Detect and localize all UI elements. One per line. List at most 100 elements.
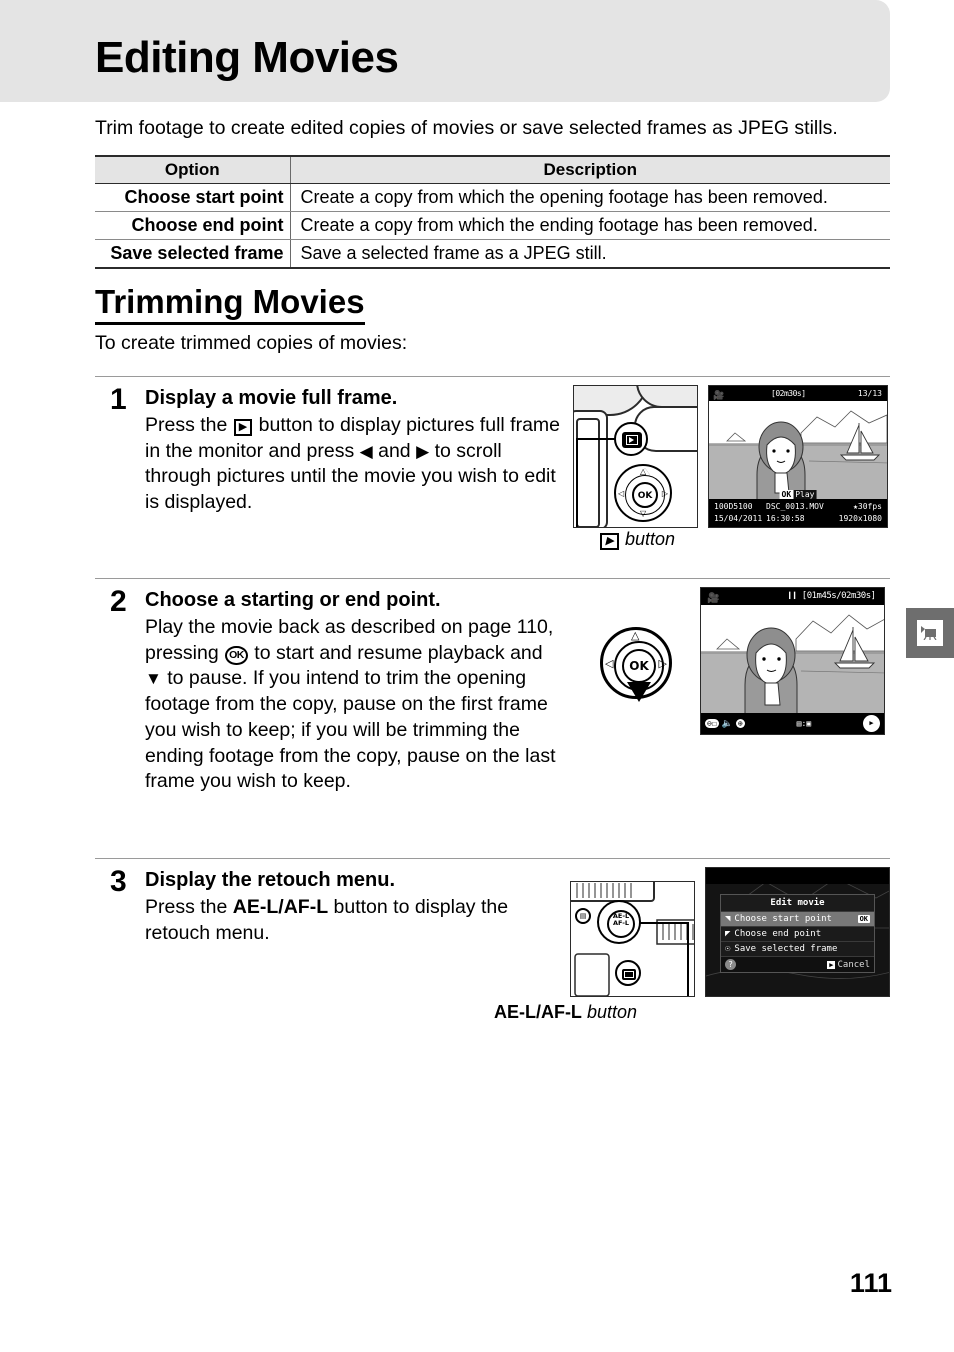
multi-selector[interactable]: OK △ ◁ ▷ [600,627,672,702]
menu-footer: ? ▶ Cancel [721,956,874,972]
lcd-top-bar: 🎥 [02m30s] 13/13 [709,386,887,401]
option-description: Create a copy from which the ending foot… [290,211,890,240]
ok-badge: OK [857,915,870,923]
step-1-illustration: OK △ ▽ ◁ ▷ 🎥 [02m30s] 13/13 OK Play 100D… [570,385,890,530]
cancel-hint[interactable]: ▶ Cancel [827,960,870,970]
step-3-caption: AE-L/AF-L button [494,1002,637,1023]
ok-button[interactable]: OK [622,649,656,683]
step-1-caption: ▶ button [599,529,675,550]
lcd-control-bar: ⊖☐ 🔈 ⊕ ▤:▣ ▶ [701,713,884,734]
option-name: Choose start point [95,183,291,212]
step-text: Play the movie back as described on page… [145,615,560,795]
menu-item-label: Choose end point [734,929,822,939]
right-arrow-icon[interactable]: ▷ [659,659,667,670]
lcd-scene-image [701,605,884,715]
ok-button-icon: OK [225,645,248,666]
step-text-b: to start and resume playback and [248,641,543,664]
page-title: Editing Movies [95,33,399,82]
multi-selector[interactable]: OK △ ▽ ◁ ▷ [614,464,672,522]
step-3-illustration: AE-L AF-L ▤ Edit movie ◥ Choose start po… [570,867,890,997]
frame-counter: 13/13 [857,389,882,398]
playback-button[interactable] [614,422,648,456]
table-row: Choose start point Create a copy from wh… [95,183,890,212]
step-text: Press the AE-L/AF-L button to display th… [145,895,560,946]
column-header-description: Description [290,155,890,184]
intro-paragraph: Trim footage to create edited copies of … [95,117,838,139]
step-number: 1 [110,383,127,416]
options-table: Option Description Choose start point Cr… [95,155,890,269]
option-description: Save a selected frame as a JPEG still. [290,239,890,269]
pause-icon: ❙❙ [787,591,797,601]
ok-badge: OK [779,490,794,499]
caption-label: button [624,529,675,549]
caption-label: button [586,1002,637,1022]
lcd-duration: [02m30s] [771,389,806,398]
file-name: DSC_0013.MOV [766,502,824,511]
playback-icon: ▶ [600,533,619,550]
cancel-label: Cancel [837,959,870,970]
playback-progress: ❙❙ [01m45s/02m30s] [787,591,876,601]
end-point-icon: ◤ [725,929,731,939]
step-3: 3 Display the retouch menu. Press the AE… [95,858,890,1121]
playback-icon: ▶ [233,419,253,436]
volume-icon[interactable]: 🔈 [722,719,733,729]
lcd-playback: 🎥 ❙❙ [01m45s/02m30s] ⊖☐ 🔈 ⊕ ▤:▣ ▶ [700,587,885,735]
step-text-a: Press the [145,896,233,918]
playback-button[interactable] [615,960,641,986]
menu-item-label: Save selected frame [734,944,838,954]
step-2-illustration: OK △ ◁ ▷ 🎥 ❙❙ [01m45s/02m30s] ⊖☐ 🔈 ⊕ ▤:▣… [590,587,890,737]
right-arrow-icon: ▶ [416,441,430,461]
step-number: 3 [110,865,127,898]
section-heading: Trimming Movies [95,284,365,325]
step-text-a: Press the [145,414,233,436]
step-number: 2 [110,585,127,618]
left-arrow-icon[interactable]: ◁ [605,659,613,670]
menu-item-save-selected-frame[interactable]: ☉ Save selected frame [721,941,874,956]
lcd-full-frame: 🎥 [02m30s] 13/13 OK Play 100D5100 DSC_00… [708,385,888,528]
ae-l-af-l-button[interactable]: AE-L AF-L [597,900,641,944]
step-title: Choose a starting or end point. [145,589,441,611]
down-arrow-icon: ▼ [145,669,162,689]
elapsed-time: 01m45s [806,591,837,601]
option-description: Create a copy from which the opening foo… [290,183,890,212]
option-name: Choose end point [95,211,291,240]
movie-camera-icon: 🎥 [707,593,720,604]
menu-item-choose-end-point[interactable]: ◤ Choose end point [721,926,874,941]
step-text-c: and [372,439,417,462]
section-subtitle: To create trimmed copies of movies: [95,332,408,354]
left-arrow-icon: ◀ [359,441,373,461]
lcd-top-bar: 🎥 ❙❙ [01m45s/02m30s] [701,588,884,605]
down-arrow-icon[interactable] [627,682,651,702]
save-frame-icon: ☉ [725,944,731,954]
duration-value: 02m30s [775,389,802,398]
camera-body-diagram: OK △ ▽ ◁ ▷ [573,385,698,528]
table-header-row: Option Description [95,155,890,184]
step-title: Display a movie full frame. [145,387,398,409]
zoom-in-icon[interactable]: ⊕ [735,719,745,728]
trim-icon[interactable]: ▤:▣ [797,719,811,728]
capture-time: 16:30:58 [766,514,805,523]
step-text-c: to pause. If you intend to trim the open… [145,667,556,793]
side-tab-marker [906,608,954,658]
step-text: Press the ▶ button to display pictures f… [145,413,560,516]
lcd-info-bar: 100D5100 DSC_0013.MOV ★30fps 15/04/2011 … [709,499,887,527]
menu-item-label: Choose start point [734,914,832,924]
lcd-edit-movie-menu: Edit movie ◥ Choose start point OK ◤ Cho… [705,867,890,997]
zoom-out-icon[interactable]: ⊖☐ [705,719,719,728]
playback-icon: ▶ [827,960,836,969]
play-label: Play [793,490,817,499]
multi-selector-icon[interactable]: ▶ [863,715,881,732]
ok-play-hint: OK Play [779,490,817,499]
help-icon[interactable]: ? [725,959,736,970]
edit-movie-dialog: Edit movie ◥ Choose start point OK ◤ Cho… [720,894,875,973]
total-time: 02m30s [841,591,871,601]
camera-body-diagram: AE-L AF-L ▤ [570,881,695,997]
menu-item-choose-start-point[interactable]: ◥ Choose start point OK [721,911,874,926]
column-header-option: Option [95,155,291,184]
step-title: Display the retouch menu. [145,869,396,891]
frame-rate: ★30fps [853,502,882,511]
info-button[interactable]: ▤ [575,908,591,924]
start-point-icon: ◥ [725,914,731,924]
page-number: 111 [849,1268,892,1298]
up-arrow-icon[interactable]: △ [631,631,639,642]
